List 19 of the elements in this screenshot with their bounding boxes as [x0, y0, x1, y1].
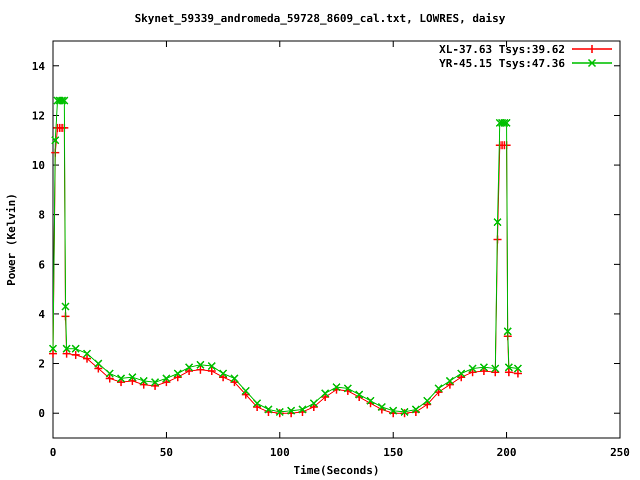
x-tick-label: 50 — [160, 446, 174, 459]
x-tick-label: 0 — [50, 446, 56, 459]
y-tick-label: 6 — [38, 258, 45, 272]
chart-title: Skynet_59339_andromeda_59728_8609_cal.txt, LOWRES, daisy — [134, 12, 506, 25]
y-tick-label: 14 — [32, 60, 45, 73]
y-tick-label: 0 — [38, 407, 45, 420]
x-axis-label: Time(Seconds) — [293, 464, 380, 477]
legend-label: XL-37.63 Tsys:39.62 — [439, 43, 565, 56]
x-tick-label: 150 — [383, 446, 404, 459]
y-tick-label: 8 — [38, 208, 45, 222]
y-tick-label: 10 — [32, 159, 45, 172]
x-tick-label: 250 — [610, 446, 630, 459]
y-axis-label: Power (Kelvin) — [5, 193, 18, 286]
x-tick-label: 200 — [496, 446, 517, 459]
legend-label: YR-45.15 Tsys:47.36 — [439, 57, 565, 70]
y-tick-label: 4 — [38, 308, 45, 321]
y-tick-label: 2 — [38, 358, 45, 371]
y-tick-label: 12 — [32, 109, 45, 122]
x-tick-label: 100 — [270, 446, 290, 459]
